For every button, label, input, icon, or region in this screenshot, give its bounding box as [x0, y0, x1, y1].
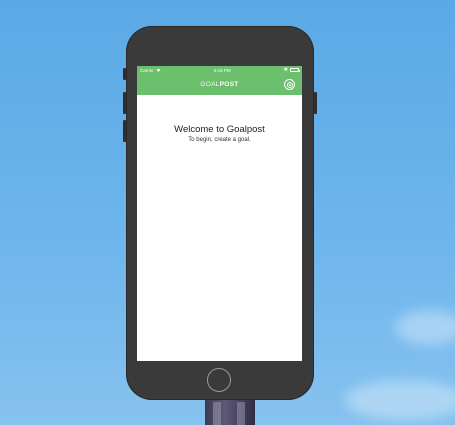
- cloud: [345, 380, 455, 420]
- status-time: 5:16 PM: [213, 67, 231, 73]
- bridge-tower: [205, 398, 255, 425]
- welcome-title: Welcome to Goalpost: [174, 124, 265, 135]
- app-title-bold: POST: [219, 81, 239, 88]
- app-title: GOALPOST: [200, 81, 238, 88]
- status-bar: Carrier 5:16 PM ✱: [137, 66, 302, 74]
- mute-switch: [123, 68, 126, 80]
- volume-down-button: [123, 120, 126, 142]
- app-title-light: GOAL: [200, 81, 220, 88]
- cloud: [395, 310, 455, 345]
- wifi-icon: [156, 68, 161, 72]
- power-button: [314, 92, 317, 114]
- battery-icon: [289, 68, 300, 72]
- add-goal-icon[interactable]: [284, 79, 295, 90]
- home-button[interactable]: [207, 368, 231, 392]
- bluetooth-icon: ✱: [283, 66, 288, 73]
- welcome-section: Welcome to Goalpost To begin, create a g…: [137, 124, 302, 143]
- carrier-label: Carrier: [140, 67, 154, 73]
- welcome-subtitle: To begin, create a goal.: [188, 137, 251, 143]
- phone-frame: Carrier 5:16 PM ✱ GOALPOST Welcome to Go…: [123, 26, 317, 400]
- nav-bar: GOALPOST: [137, 74, 302, 95]
- volume-up-button: [123, 92, 126, 114]
- app-screen: Carrier 5:16 PM ✱ GOALPOST Welcome to Go…: [137, 66, 302, 361]
